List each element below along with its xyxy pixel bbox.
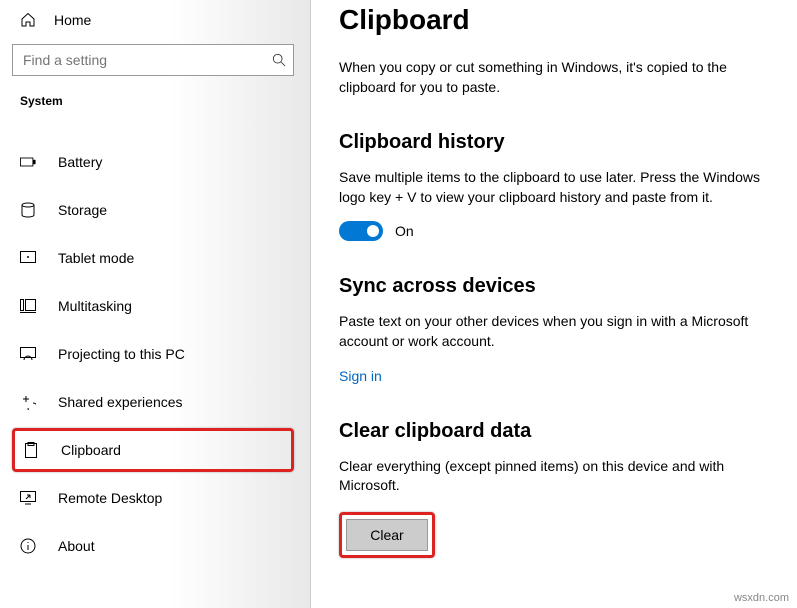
- sidebar-item-shared-experiences[interactable]: Shared experiences: [12, 380, 294, 424]
- nav-label: Projecting to this PC: [58, 346, 185, 362]
- sidebar-item-about[interactable]: About: [12, 524, 294, 568]
- nav-list: Battery Storage Tablet mode Multitasking: [12, 140, 310, 568]
- nav-label: Multitasking: [58, 298, 132, 314]
- sidebar-item-battery[interactable]: Battery: [12, 140, 294, 184]
- nav-label: Clipboard: [61, 442, 121, 458]
- search-field[interactable]: [12, 44, 294, 76]
- section-clear: Clear clipboard data Clear everything (e…: [339, 420, 769, 558]
- section-title: System: [12, 90, 310, 116]
- sidebar-item-multitasking[interactable]: Multitasking: [12, 284, 294, 328]
- sidebar-item-tablet-mode[interactable]: Tablet mode: [12, 236, 294, 280]
- home-label: Home: [54, 12, 91, 28]
- about-icon: [20, 538, 36, 554]
- clear-desc: Clear everything (except pinned items) o…: [339, 457, 769, 496]
- nav-label: About: [58, 538, 95, 554]
- page-title: Clipboard: [339, 4, 769, 36]
- clear-heading: Clear clipboard data: [339, 420, 769, 443]
- multitasking-icon: [20, 299, 36, 313]
- history-toggle-label: On: [395, 223, 414, 239]
- nav-label: Tablet mode: [58, 250, 134, 266]
- clear-button[interactable]: Clear: [346, 519, 428, 551]
- history-toggle[interactable]: [339, 221, 383, 241]
- tablet-icon: [20, 251, 36, 265]
- sync-heading: Sync across devices: [339, 275, 769, 298]
- sidebar: Home System Battery Storage Tablet mode: [0, 0, 310, 608]
- sidebar-item-projecting[interactable]: Projecting to this PC: [12, 332, 294, 376]
- home-icon: [20, 12, 36, 28]
- shared-icon: [20, 394, 36, 410]
- sync-desc: Paste text on your other devices when yo…: [339, 312, 769, 351]
- clear-button-highlight: Clear: [339, 512, 435, 558]
- search-input[interactable]: [12, 44, 294, 76]
- nav-label: Remote Desktop: [58, 490, 162, 506]
- sidebar-item-storage[interactable]: Storage: [12, 188, 294, 232]
- clipboard-icon: [23, 442, 39, 458]
- section-history: Clipboard history Save multiple items to…: [339, 131, 769, 241]
- watermark: wsxdn.com: [734, 592, 789, 604]
- remote-desktop-icon: [20, 491, 36, 505]
- battery-icon: [20, 156, 36, 168]
- projecting-icon: [20, 347, 36, 361]
- section-sync: Sync across devices Paste text on your o…: [339, 275, 769, 385]
- history-desc: Save multiple items to the clipboard to …: [339, 168, 769, 207]
- nav-label: Battery: [58, 154, 102, 170]
- nav-label: Storage: [58, 202, 107, 218]
- page-intro: When you copy or cut something in Window…: [339, 58, 769, 97]
- sidebar-item-clipboard[interactable]: Clipboard: [12, 428, 294, 472]
- sidebar-item-remote-desktop[interactable]: Remote Desktop: [12, 476, 294, 520]
- content-pane: Clipboard When you copy or cut something…: [310, 0, 797, 608]
- signin-link[interactable]: Sign in: [339, 368, 382, 384]
- storage-icon: [20, 202, 36, 218]
- nav-label: Shared experiences: [58, 394, 183, 410]
- home-link[interactable]: Home: [12, 6, 310, 40]
- history-heading: Clipboard history: [339, 131, 769, 154]
